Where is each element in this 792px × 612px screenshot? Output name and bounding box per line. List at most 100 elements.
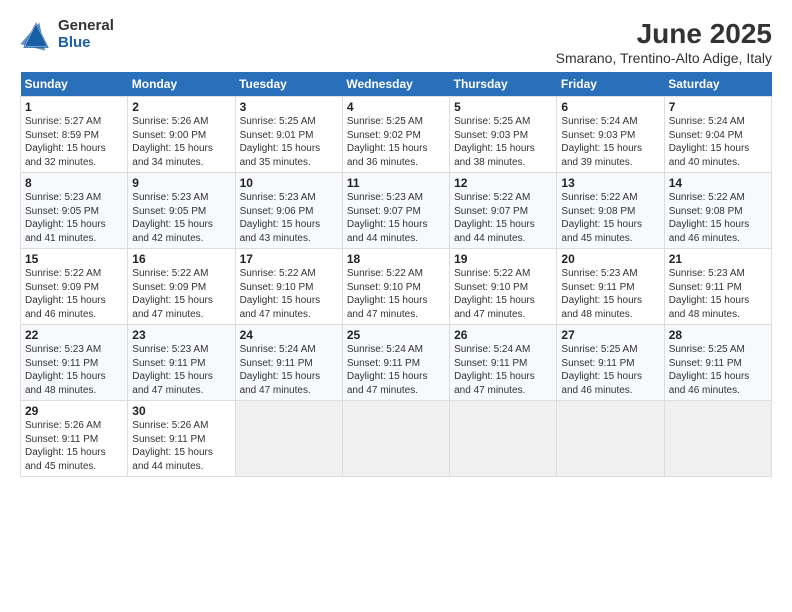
day-info: Sunrise: 5:23 AM Sunset: 9:05 PM Dayligh… (132, 191, 230, 245)
header-sunday: Sunday (21, 72, 128, 97)
day-info: Sunrise: 5:22 AM Sunset: 9:09 PM Dayligh… (25, 267, 123, 321)
day-number: 27 (561, 328, 659, 342)
day-number: 29 (25, 404, 123, 418)
header-thursday: Thursday (450, 72, 557, 97)
day-number: 16 (132, 252, 230, 266)
day-number: 25 (347, 328, 445, 342)
week-row-0: 1Sunrise: 5:27 AM Sunset: 8:59 PM Daylig… (21, 97, 772, 173)
day-number: 2 (132, 100, 230, 114)
day-info: Sunrise: 5:24 AM Sunset: 9:03 PM Dayligh… (561, 115, 659, 169)
day-number: 18 (347, 252, 445, 266)
table-row: 25Sunrise: 5:24 AM Sunset: 9:11 PM Dayli… (342, 325, 449, 401)
day-number: 23 (132, 328, 230, 342)
table-row: 28Sunrise: 5:25 AM Sunset: 9:11 PM Dayli… (664, 325, 771, 401)
day-info: Sunrise: 5:25 AM Sunset: 9:11 PM Dayligh… (669, 343, 767, 397)
table-row: 18Sunrise: 5:22 AM Sunset: 9:10 PM Dayli… (342, 249, 449, 325)
day-number: 15 (25, 252, 123, 266)
day-info: Sunrise: 5:23 AM Sunset: 9:11 PM Dayligh… (669, 267, 767, 321)
day-info: Sunrise: 5:22 AM Sunset: 9:09 PM Dayligh… (132, 267, 230, 321)
day-number: 17 (240, 252, 338, 266)
table-row: 15Sunrise: 5:22 AM Sunset: 9:09 PM Dayli… (21, 249, 128, 325)
table-row: 30Sunrise: 5:26 AM Sunset: 9:11 PM Dayli… (128, 401, 235, 477)
day-number: 7 (669, 100, 767, 114)
week-row-1: 8Sunrise: 5:23 AM Sunset: 9:05 PM Daylig… (21, 173, 772, 249)
day-info: Sunrise: 5:26 AM Sunset: 9:11 PM Dayligh… (132, 419, 230, 473)
header-friday: Friday (557, 72, 664, 97)
day-info: Sunrise: 5:27 AM Sunset: 8:59 PM Dayligh… (25, 115, 123, 169)
logo: General Blue (20, 18, 114, 51)
day-number: 8 (25, 176, 123, 190)
day-info: Sunrise: 5:22 AM Sunset: 9:10 PM Dayligh… (240, 267, 338, 321)
day-number: 9 (132, 176, 230, 190)
table-row: 12Sunrise: 5:22 AM Sunset: 9:07 PM Dayli… (450, 173, 557, 249)
table-row: 6Sunrise: 5:24 AM Sunset: 9:03 PM Daylig… (557, 97, 664, 173)
day-number: 20 (561, 252, 659, 266)
day-info: Sunrise: 5:22 AM Sunset: 9:07 PM Dayligh… (454, 191, 552, 245)
day-info: Sunrise: 5:24 AM Sunset: 9:11 PM Dayligh… (454, 343, 552, 397)
day-number: 19 (454, 252, 552, 266)
table-row: 13Sunrise: 5:22 AM Sunset: 9:08 PM Dayli… (557, 173, 664, 249)
subtitle: Smarano, Trentino-Alto Adige, Italy (556, 50, 772, 66)
logo-blue-text: Blue (58, 35, 114, 52)
table-row (342, 401, 449, 477)
logo-general-text: General (58, 18, 114, 35)
day-number: 10 (240, 176, 338, 190)
header-saturday: Saturday (664, 72, 771, 97)
day-number: 14 (669, 176, 767, 190)
header-tuesday: Tuesday (235, 72, 342, 97)
day-number: 24 (240, 328, 338, 342)
day-info: Sunrise: 5:26 AM Sunset: 9:11 PM Dayligh… (25, 419, 123, 473)
header-area: General Blue June 2025 Smarano, Trentino… (20, 18, 772, 66)
week-row-2: 15Sunrise: 5:22 AM Sunset: 9:09 PM Dayli… (21, 249, 772, 325)
page: General Blue June 2025 Smarano, Trentino… (0, 0, 792, 612)
day-info: Sunrise: 5:23 AM Sunset: 9:11 PM Dayligh… (561, 267, 659, 321)
table-row: 22Sunrise: 5:23 AM Sunset: 9:11 PM Dayli… (21, 325, 128, 401)
title-area: June 2025 Smarano, Trentino-Alto Adige, … (556, 18, 772, 66)
day-number: 5 (454, 100, 552, 114)
main-title: June 2025 (556, 18, 772, 50)
table-row (557, 401, 664, 477)
day-info: Sunrise: 5:23 AM Sunset: 9:05 PM Dayligh… (25, 191, 123, 245)
table-row (450, 401, 557, 477)
day-info: Sunrise: 5:25 AM Sunset: 9:01 PM Dayligh… (240, 115, 338, 169)
header-row: Sunday Monday Tuesday Wednesday Thursday… (21, 72, 772, 97)
table-row: 5Sunrise: 5:25 AM Sunset: 9:03 PM Daylig… (450, 97, 557, 173)
day-number: 1 (25, 100, 123, 114)
day-number: 6 (561, 100, 659, 114)
table-row (235, 401, 342, 477)
day-info: Sunrise: 5:24 AM Sunset: 9:11 PM Dayligh… (240, 343, 338, 397)
calendar-body: 1Sunrise: 5:27 AM Sunset: 8:59 PM Daylig… (21, 97, 772, 477)
calendar: Sunday Monday Tuesday Wednesday Thursday… (20, 72, 772, 477)
table-row: 9Sunrise: 5:23 AM Sunset: 9:05 PM Daylig… (128, 173, 235, 249)
table-row: 14Sunrise: 5:22 AM Sunset: 9:08 PM Dayli… (664, 173, 771, 249)
table-row: 26Sunrise: 5:24 AM Sunset: 9:11 PM Dayli… (450, 325, 557, 401)
table-row: 27Sunrise: 5:25 AM Sunset: 9:11 PM Dayli… (557, 325, 664, 401)
day-info: Sunrise: 5:23 AM Sunset: 9:11 PM Dayligh… (132, 343, 230, 397)
day-number: 30 (132, 404, 230, 418)
day-info: Sunrise: 5:25 AM Sunset: 9:03 PM Dayligh… (454, 115, 552, 169)
day-number: 4 (347, 100, 445, 114)
day-number: 3 (240, 100, 338, 114)
table-row (664, 401, 771, 477)
day-info: Sunrise: 5:22 AM Sunset: 9:10 PM Dayligh… (347, 267, 445, 321)
logo-icon (20, 19, 52, 51)
calendar-header: Sunday Monday Tuesday Wednesday Thursday… (21, 72, 772, 97)
table-row: 19Sunrise: 5:22 AM Sunset: 9:10 PM Dayli… (450, 249, 557, 325)
day-info: Sunrise: 5:23 AM Sunset: 9:06 PM Dayligh… (240, 191, 338, 245)
day-number: 26 (454, 328, 552, 342)
table-row: 11Sunrise: 5:23 AM Sunset: 9:07 PM Dayli… (342, 173, 449, 249)
table-row: 23Sunrise: 5:23 AM Sunset: 9:11 PM Dayli… (128, 325, 235, 401)
day-info: Sunrise: 5:24 AM Sunset: 9:04 PM Dayligh… (669, 115, 767, 169)
table-row: 17Sunrise: 5:22 AM Sunset: 9:10 PM Dayli… (235, 249, 342, 325)
day-number: 13 (561, 176, 659, 190)
day-number: 12 (454, 176, 552, 190)
table-row: 2Sunrise: 5:26 AM Sunset: 9:00 PM Daylig… (128, 97, 235, 173)
table-row: 1Sunrise: 5:27 AM Sunset: 8:59 PM Daylig… (21, 97, 128, 173)
table-row: 4Sunrise: 5:25 AM Sunset: 9:02 PM Daylig… (342, 97, 449, 173)
table-row: 8Sunrise: 5:23 AM Sunset: 9:05 PM Daylig… (21, 173, 128, 249)
day-number: 11 (347, 176, 445, 190)
table-row: 16Sunrise: 5:22 AM Sunset: 9:09 PM Dayli… (128, 249, 235, 325)
table-row: 7Sunrise: 5:24 AM Sunset: 9:04 PM Daylig… (664, 97, 771, 173)
header-monday: Monday (128, 72, 235, 97)
day-info: Sunrise: 5:24 AM Sunset: 9:11 PM Dayligh… (347, 343, 445, 397)
